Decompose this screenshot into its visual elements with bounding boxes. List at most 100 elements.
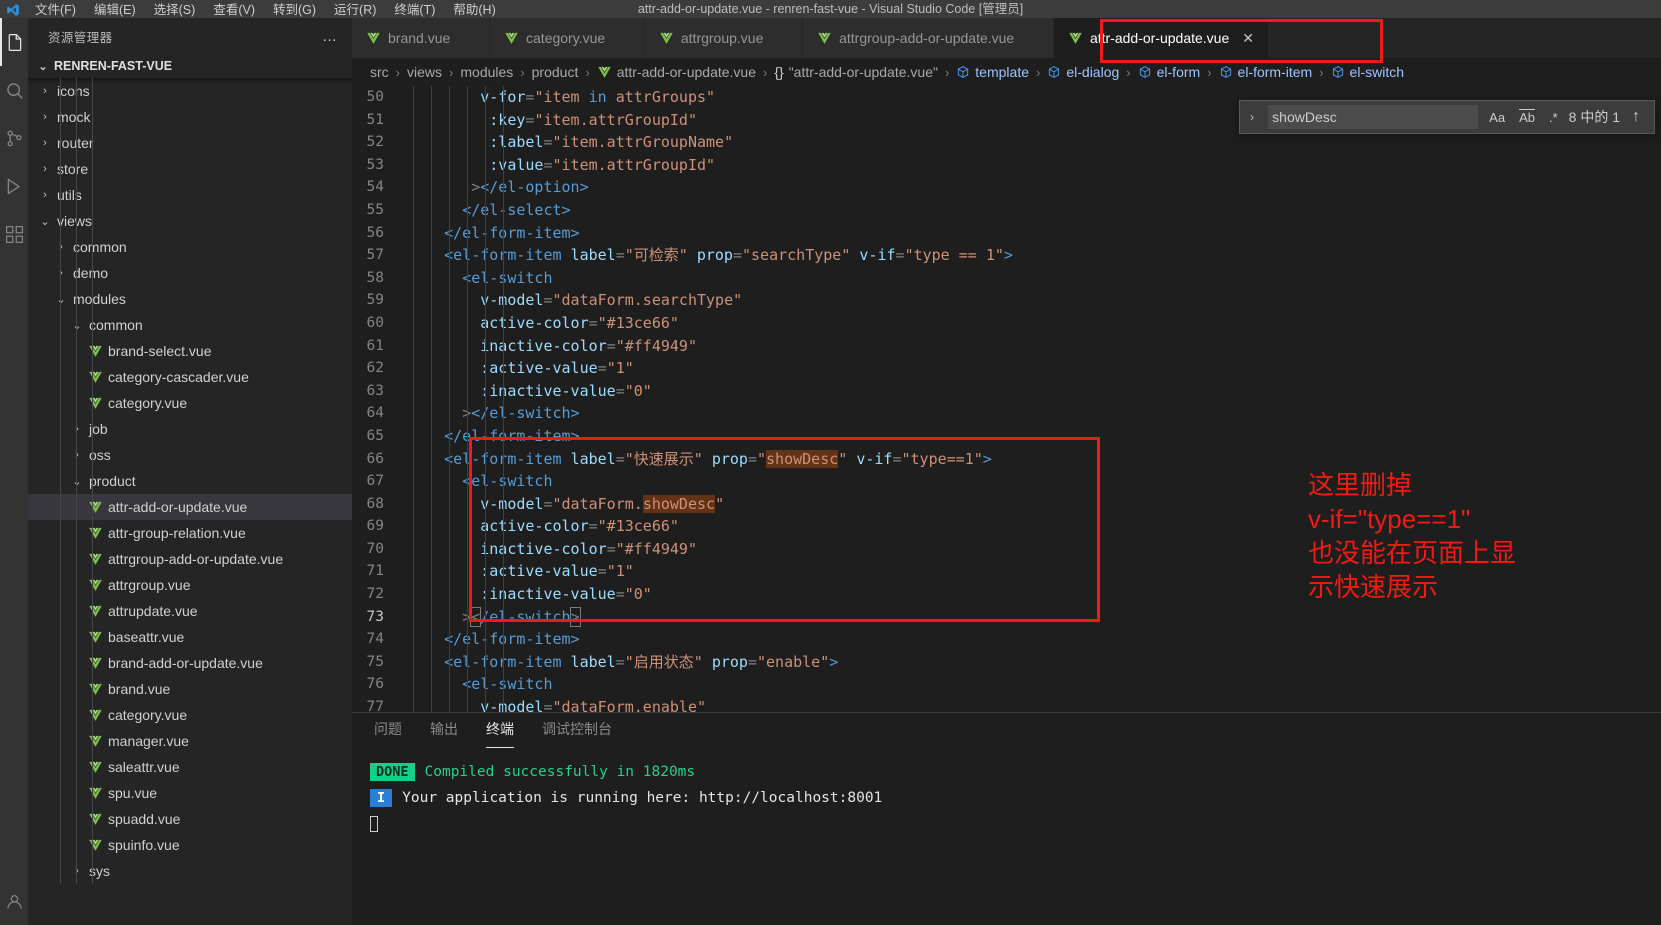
chevron-right-icon: ›	[70, 449, 84, 461]
explorer-icon[interactable]	[0, 18, 28, 66]
breadcrumb-item[interactable]: el-dialog	[1047, 64, 1119, 80]
breadcrumb-separator-icon: ›	[1036, 64, 1041, 80]
menu-run[interactable]: 运行(R)	[325, 2, 385, 18]
breadcrumb-item-label: el-form-item	[1237, 64, 1313, 80]
code-line[interactable]: 64 ></el-switch>	[352, 402, 1661, 425]
code-line[interactable]: 74 </el-form-item>	[352, 628, 1661, 651]
code-line[interactable]: 60 active-color="#13ce66"	[352, 312, 1661, 335]
menu-edit[interactable]: 编辑(E)	[85, 2, 145, 18]
tree-indent-guide	[76, 78, 77, 884]
code-line[interactable]: 53 :value="item.attrGroupId"	[352, 154, 1661, 177]
editor-tab[interactable]: attr-add-or-update.vue ✕	[1053, 18, 1269, 58]
menu-file[interactable]: 文件(F)	[26, 2, 85, 18]
code-line[interactable]: 58 <el-switch	[352, 267, 1661, 290]
tree-item-label: category-cascader.vue	[108, 369, 249, 385]
file-tree[interactable]: ›icons›mock›router›store›utils⌄views›com…	[28, 78, 352, 884]
code-line[interactable]: 55 </el-select>	[352, 199, 1661, 222]
code-line[interactable]: 73 ></el-switch>	[352, 606, 1661, 629]
line-number: 75	[366, 653, 384, 670]
breadcrumb[interactable]: src › views › modules › product › attr-add-or-up…	[352, 58, 1661, 86]
source-control-icon[interactable]	[0, 114, 28, 162]
panel-tab[interactable]: 问题	[374, 719, 402, 743]
panel-tab[interactable]: 输出	[430, 719, 458, 743]
explorer-header: 资源管理器 …	[28, 18, 352, 54]
panel-tab-bar[interactable]: 问题 输出 终端 调试控制台	[352, 713, 1661, 749]
close-icon[interactable]: ✕	[1242, 31, 1254, 45]
breadcrumb-item[interactable]: views	[407, 64, 442, 80]
breadcrumb-item-label: product	[531, 64, 579, 80]
explorer-more-actions-icon[interactable]: …	[322, 28, 344, 45]
code-line[interactable]: 61 inactive-color="#ff4949"	[352, 335, 1661, 358]
code-line-text: :active-value="1"	[480, 562, 634, 581]
line-number: 58	[366, 269, 384, 286]
panel-tab[interactable]: 终端	[486, 719, 514, 748]
match-whole-word-icon[interactable]: Ab	[1516, 109, 1538, 126]
chevron-down-icon: ⌄	[56, 293, 66, 306]
breadcrumb-item[interactable]: attr-add-or-update.vue	[597, 64, 756, 80]
code-line[interactable]: 77 v-model="dataForm.enable"	[352, 696, 1661, 712]
menu-terminal[interactable]: 终端(T)	[385, 2, 444, 18]
line-number: 69	[366, 518, 384, 535]
breadcrumb-item[interactable]: src	[370, 64, 389, 80]
account-icon[interactable]	[0, 877, 28, 925]
tree-item-label: brand-select.vue	[108, 343, 212, 359]
editor-tab[interactable]: attrgroup-add-or-update.vue✕	[803, 18, 1054, 58]
code-line[interactable]: 76 <el-switch	[352, 673, 1661, 696]
menu-select[interactable]: 选择(S)	[145, 2, 205, 18]
code-line[interactable]: 62 :active-value="1"	[352, 357, 1661, 380]
code-line[interactable]: 75 <el-form-item label="启用状态" prop="enab…	[352, 651, 1661, 674]
breadcrumb-item-label: el-dialog	[1066, 64, 1120, 80]
toggle-replace-icon[interactable]: ›	[1244, 110, 1260, 124]
chevron-right-icon: ›	[43, 163, 47, 175]
breadcrumb-item[interactable]: {} "attr-add-or-update.vue"	[774, 64, 938, 80]
explorer-root-folder[interactable]: ⌄ RENREN-FAST-VUE	[28, 54, 352, 78]
find-previous-icon[interactable]: ↑	[1628, 108, 1644, 126]
vscode-window: 文件(F) 编辑(E) 选择(S) 查看(V) 转到(G) 运行(R) 终端(T…	[0, 0, 1661, 925]
menu-help[interactable]: 帮助(H)	[444, 2, 504, 18]
run-debug-icon[interactable]	[0, 162, 28, 210]
breadcrumb-item[interactable]: template	[956, 64, 1029, 80]
tree-item-label: spuadd.vue	[108, 811, 181, 827]
symbol-module-icon	[1138, 65, 1152, 79]
code-line[interactable]: 56 </el-form-item>	[352, 222, 1661, 245]
code-line[interactable]: 63 :inactive-value="0"	[352, 380, 1661, 403]
code-line-text: inactive-color="#ff4949"	[480, 336, 697, 355]
menubar[interactable]: 文件(F) 编辑(E) 选择(S) 查看(V) 转到(G) 运行(R) 终端(T…	[26, 2, 505, 18]
editor-tab[interactable]: category.vue✕	[490, 18, 645, 58]
code-line[interactable]: 52 :label="item.attrGroupName"	[352, 131, 1661, 154]
terminal-output[interactable]: DONE Compiled successfully in 1820ms I Your…	[352, 749, 1661, 837]
code-line[interactable]: 65 </el-form-item>	[352, 425, 1661, 448]
menu-goto[interactable]: 转到(G)	[264, 2, 325, 18]
line-number: 71	[366, 563, 384, 580]
breadcrumb-item-label: src	[370, 64, 389, 80]
match-case-icon[interactable]: Aa	[1486, 109, 1508, 126]
code-editor[interactable]: 50 v-for="item in attrGroups" 51 :key="it…	[352, 86, 1661, 712]
search-icon[interactable]	[0, 66, 28, 114]
vue-file-icon	[88, 630, 103, 645]
panel-tab[interactable]: 调试控制台	[542, 719, 612, 743]
code-line[interactable]: 66 <el-form-item label="快速展示" prop="show…	[352, 448, 1661, 471]
code-line[interactable]: 57 <el-form-item label="可检索" prop="searc…	[352, 244, 1661, 267]
breadcrumb-item-label: attr-add-or-update.vue	[616, 64, 756, 80]
breadcrumb-item[interactable]: el-form-item	[1219, 64, 1313, 80]
extensions-icon[interactable]	[0, 210, 28, 258]
breadcrumb-item[interactable]: product	[532, 64, 579, 80]
code-line[interactable]: 59 v-model="dataForm.searchType"	[352, 289, 1661, 312]
breadcrumb-separator-icon: ›	[944, 64, 950, 80]
breadcrumb-item[interactable]: el-switch	[1331, 64, 1404, 80]
breadcrumb-item[interactable]: modules	[460, 64, 513, 80]
code-line-text: </el-select>	[462, 200, 571, 219]
titlebar: 文件(F) 编辑(E) 选择(S) 查看(V) 转到(G) 运行(R) 终端(T…	[0, 0, 1661, 18]
menu-view[interactable]: 查看(V)	[204, 2, 264, 18]
find-input[interactable]	[1268, 105, 1479, 129]
find-widget[interactable]: › Aa Ab .* 8 中的 1 ↑	[1239, 100, 1655, 134]
use-regex-icon[interactable]: .*	[1546, 109, 1561, 126]
breadcrumb-item[interactable]: el-form	[1138, 64, 1200, 80]
explorer-title: 资源管理器	[48, 30, 113, 45]
editor-tab[interactable]: attrgroup.vue✕	[644, 18, 804, 58]
editor-tab-bar[interactable]: brand.vue✕category.vue✕attrgroup.vue✕att…	[352, 18, 1661, 58]
editor-tab[interactable]: brand.vue✕	[352, 18, 491, 58]
tree-item-label: spu.vue	[108, 785, 158, 801]
code-line[interactable]: 54 ></el-option>	[352, 176, 1661, 199]
vue-file-icon	[88, 708, 103, 723]
